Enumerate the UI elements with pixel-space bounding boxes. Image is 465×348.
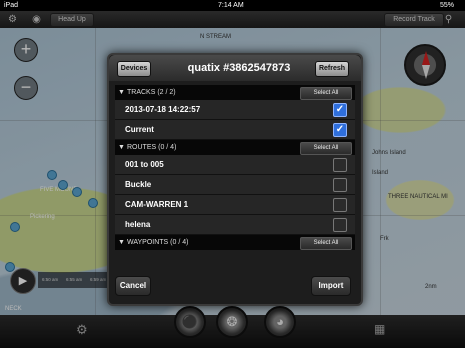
- list-item[interactable]: 001 to 005: [115, 155, 355, 175]
- checkbox-unchecked[interactable]: [333, 218, 347, 232]
- collapse-triangle-icon: ▼: [118, 89, 125, 96]
- status-bar: iPad 7:14 AM 55%: [0, 0, 465, 11]
- checkbox-checked[interactable]: ✓: [333, 103, 347, 117]
- dialog-header: Devices quatix #3862547873 Refresh: [109, 55, 361, 81]
- item-label: Current: [125, 125, 154, 134]
- collapse-triangle-icon: ▼: [118, 239, 125, 246]
- checkbox-checked[interactable]: ✓: [333, 123, 347, 137]
- checkbox-unchecked[interactable]: [333, 198, 347, 212]
- list-item[interactable]: CAM-WARREN 1: [115, 195, 355, 215]
- carrier-label: iPad: [4, 2, 19, 9]
- checkbox-unchecked[interactable]: [333, 158, 347, 172]
- clock: 7:14 AM: [218, 2, 244, 9]
- import-button[interactable]: Import: [311, 276, 351, 296]
- list-item[interactable]: Buckle: [115, 175, 355, 195]
- select-all-waypoints-button[interactable]: Select All: [300, 237, 352, 250]
- routes-section-header[interactable]: ▼ ROUTES (0 / 4) Select All: [115, 140, 355, 155]
- battery-percent: 55%: [440, 2, 455, 9]
- item-label: Buckle: [125, 180, 152, 189]
- item-label: CAM-WARREN 1: [125, 200, 189, 209]
- section-label: ROUTES (0 / 4): [127, 144, 177, 151]
- list-item[interactable]: helena: [115, 215, 355, 235]
- section-label: WAYPOINTS (0 / 4): [127, 239, 189, 246]
- collapse-triangle-icon: ▼: [118, 144, 125, 151]
- waypoints-section-header[interactable]: ▼ WAYPOINTS (0 / 4) Select All: [115, 235, 355, 250]
- section-label: TRACKS (2 / 2): [127, 89, 176, 96]
- import-list: ▼ TRACKS (2 / 2) Select All 2013-07-18 1…: [115, 85, 355, 250]
- item-label: 001 to 005: [125, 160, 164, 169]
- import-dialog: Devices quatix #3862547873 Refresh ▼ TRA…: [107, 53, 363, 306]
- select-all-tracks-button[interactable]: Select All: [300, 87, 352, 100]
- devices-button[interactable]: Devices: [117, 61, 151, 77]
- cancel-button[interactable]: Cancel: [115, 276, 151, 296]
- list-item[interactable]: 2013-07-18 14:22:57 ✓: [115, 100, 355, 120]
- tracks-section-header[interactable]: ▼ TRACKS (2 / 2) Select All: [115, 85, 355, 100]
- item-label: 2013-07-18 14:22:57: [125, 105, 201, 114]
- list-item[interactable]: Current ✓: [115, 120, 355, 140]
- checkbox-unchecked[interactable]: [333, 178, 347, 192]
- item-label: helena: [125, 220, 151, 229]
- dialog-title: quatix #3862547873: [187, 62, 291, 74]
- select-all-routes-button[interactable]: Select All: [300, 142, 352, 155]
- refresh-button[interactable]: Refresh: [315, 61, 349, 77]
